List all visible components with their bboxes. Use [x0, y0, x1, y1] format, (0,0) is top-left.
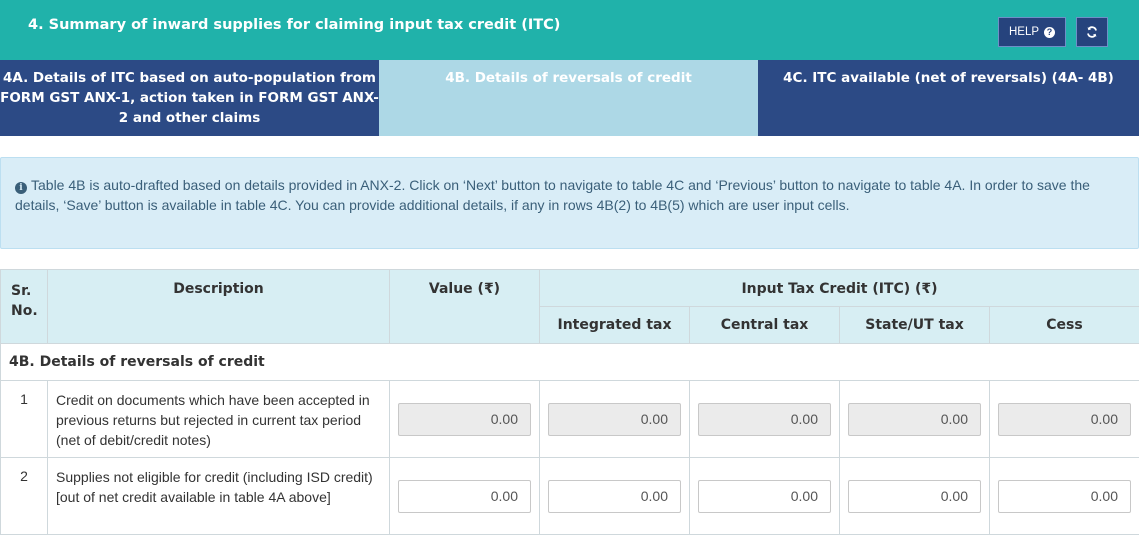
row-description: Credit on documents which have been acce…: [47, 380, 390, 458]
header-central-tax: Central tax: [689, 306, 840, 344]
tab-bar: 4A. Details of ITC based on auto-populat…: [0, 60, 1139, 136]
reversals-table: Sr. No. Description Value (₹) Input Tax …: [0, 269, 1139, 535]
tab-4a[interactable]: 4A. Details of ITC based on auto-populat…: [0, 60, 379, 136]
header-description: Description: [47, 269, 390, 344]
section-row: 4B. Details of reversals of credit: [0, 343, 1139, 381]
help-label: HELP: [1008, 26, 1040, 38]
tab-4b[interactable]: 4B. Details of reversals of credit: [379, 60, 758, 136]
header-integrated-tax: Integrated tax: [539, 306, 690, 344]
row2-state-ut-tax-input[interactable]: [848, 479, 981, 513]
tab-4b-label: 4B. Details of reversals of credit: [445, 70, 692, 86]
row1-cess-input[interactable]: [998, 402, 1131, 436]
header-itc: Input Tax Credit (ITC) (₹): [538, 269, 1139, 307]
row-sr-no: 2: [0, 457, 48, 535]
row-description: Supplies not eligible for credit (includ…: [47, 457, 390, 535]
row1-state-ut-tax-input[interactable]: [848, 402, 981, 436]
row1-integrated-tax-input[interactable]: [548, 402, 681, 436]
question-circle-icon: ?: [1044, 26, 1056, 38]
header-state-ut-tax: State/UT tax: [839, 306, 990, 344]
info-text: Table 4B is auto-drafted based on detail…: [15, 177, 1090, 213]
page-header: 4. Summary of inward supplies for claimi…: [0, 0, 1139, 60]
info-alert: i Table 4B is auto-drafted based on detai…: [0, 157, 1139, 249]
table-row: 2 Supplies not eligible for credit (incl…: [0, 457, 1139, 535]
row1-value-input[interactable]: [398, 402, 531, 436]
page-title: 4. Summary of inward supplies for claimi…: [28, 17, 561, 33]
row2-integrated-tax-input[interactable]: [548, 479, 681, 513]
row2-central-tax-input[interactable]: [698, 479, 831, 513]
help-button[interactable]: HELP ?: [998, 17, 1066, 47]
tab-4a-label: 4A. Details of ITC based on auto-populat…: [0, 70, 379, 126]
header-value: Value (₹): [389, 269, 540, 344]
table-row: 1 Credit on documents which have been ac…: [0, 380, 1139, 458]
refresh-button[interactable]: [1076, 17, 1108, 47]
tab-4c[interactable]: 4C. ITC available (net of reversals) (4A…: [758, 60, 1139, 136]
row2-value-input[interactable]: [398, 479, 531, 513]
row2-cess-input[interactable]: [998, 479, 1131, 513]
header-sr-no: Sr. No.: [0, 269, 48, 344]
tab-4c-label: 4C. ITC available (net of reversals) (4A…: [783, 70, 1114, 86]
section-title: 4B. Details of reversals of credit: [0, 343, 1139, 381]
refresh-icon: [1087, 26, 1097, 38]
info-circle-icon: i: [15, 182, 27, 194]
header-cess: Cess: [988, 306, 1139, 344]
row1-central-tax-input[interactable]: [698, 402, 831, 436]
row-sr-no: 1: [0, 380, 48, 458]
